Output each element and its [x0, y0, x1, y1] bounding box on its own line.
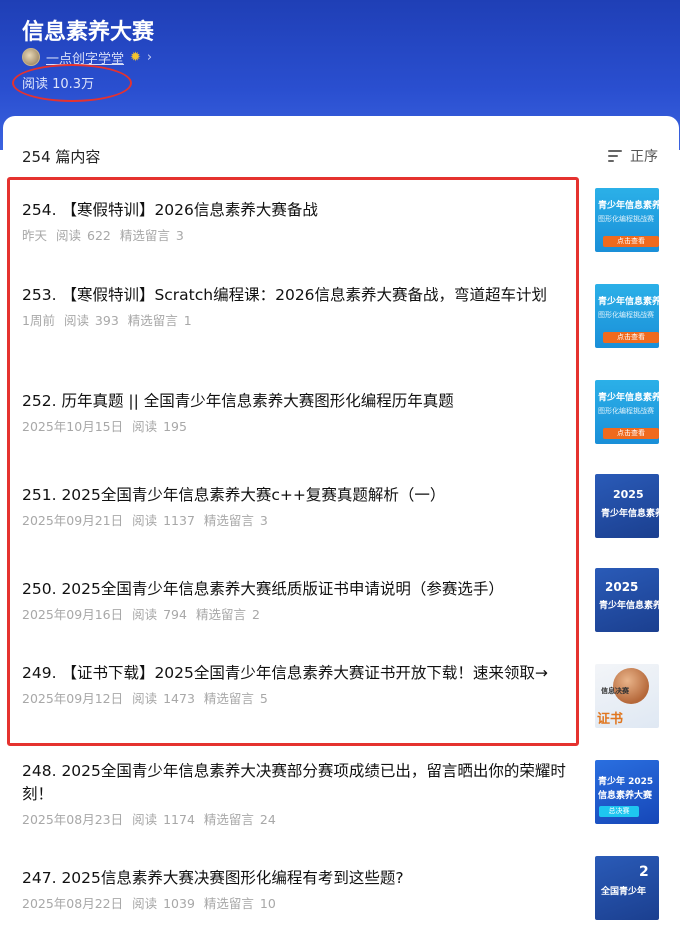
sort-label[interactable]: 正序: [630, 146, 658, 166]
article-thumbnail[interactable]: 2 全国青少年: [595, 856, 659, 920]
article-comments: 精选留言 10: [203, 896, 276, 911]
article-comments: 精选留言 24: [203, 812, 276, 827]
article-thumbnail[interactable]: 2025 青少年信息素养: [595, 474, 659, 538]
article-thumbnail[interactable]: 青少年 2025 信息素养大赛 总决赛: [595, 760, 659, 824]
article-thumbnail[interactable]: 信息决赛 证书: [595, 664, 659, 728]
article-title[interactable]: 248. 2025全国青少年信息素养大决赛部分赛项成绩已出，留言晒出你的荣耀时刻…: [22, 760, 582, 806]
read-count-annotation-circle: [12, 64, 132, 102]
sort-lines-icon: [608, 149, 624, 163]
article-thumbnail[interactable]: 青少年信息素养 图形化编程挑战赛 点击查看: [595, 284, 659, 348]
list-item[interactable]: 247. 2025信息素养大赛决赛图形化编程有考到这些题? 2025年08月22…: [22, 867, 582, 912]
album-title: 信息素养大赛: [22, 20, 155, 45]
article-date: 2025年08月23日: [22, 812, 124, 827]
sort-button[interactable]: 正序: [608, 146, 658, 166]
article-thumbnail[interactable]: 青少年信息素养 图形化编程挑战赛 点击查看: [595, 380, 659, 444]
article-thumbnail[interactable]: 青少年信息素养 图形化编程挑战赛 点击查看: [595, 188, 659, 252]
chevron-right-icon[interactable]: ›: [147, 50, 152, 65]
list-item[interactable]: 248. 2025全国青少年信息素养大决赛部分赛项成绩已出，留言晒出你的荣耀时刻…: [22, 760, 582, 828]
list-annotation-box: [7, 177, 579, 746]
article-reads: 阅读 1174: [132, 812, 195, 827]
article-reads: 阅读 1039: [132, 896, 195, 911]
article-thumbnail[interactable]: 2025 青少年信息素养: [595, 568, 659, 632]
avatar: [22, 48, 40, 66]
article-date: 2025年08月22日: [22, 896, 124, 911]
verified-badge-icon: ✹: [130, 49, 141, 65]
article-title[interactable]: 247. 2025信息素养大赛决赛图形化编程有考到这些题?: [22, 867, 582, 890]
article-count: 254 篇内容: [22, 148, 101, 166]
article-meta: 2025年08月22日 阅读 1039 精选留言 10: [22, 893, 582, 912]
article-meta: 2025年08月23日 阅读 1174 精选留言 24: [22, 809, 582, 828]
